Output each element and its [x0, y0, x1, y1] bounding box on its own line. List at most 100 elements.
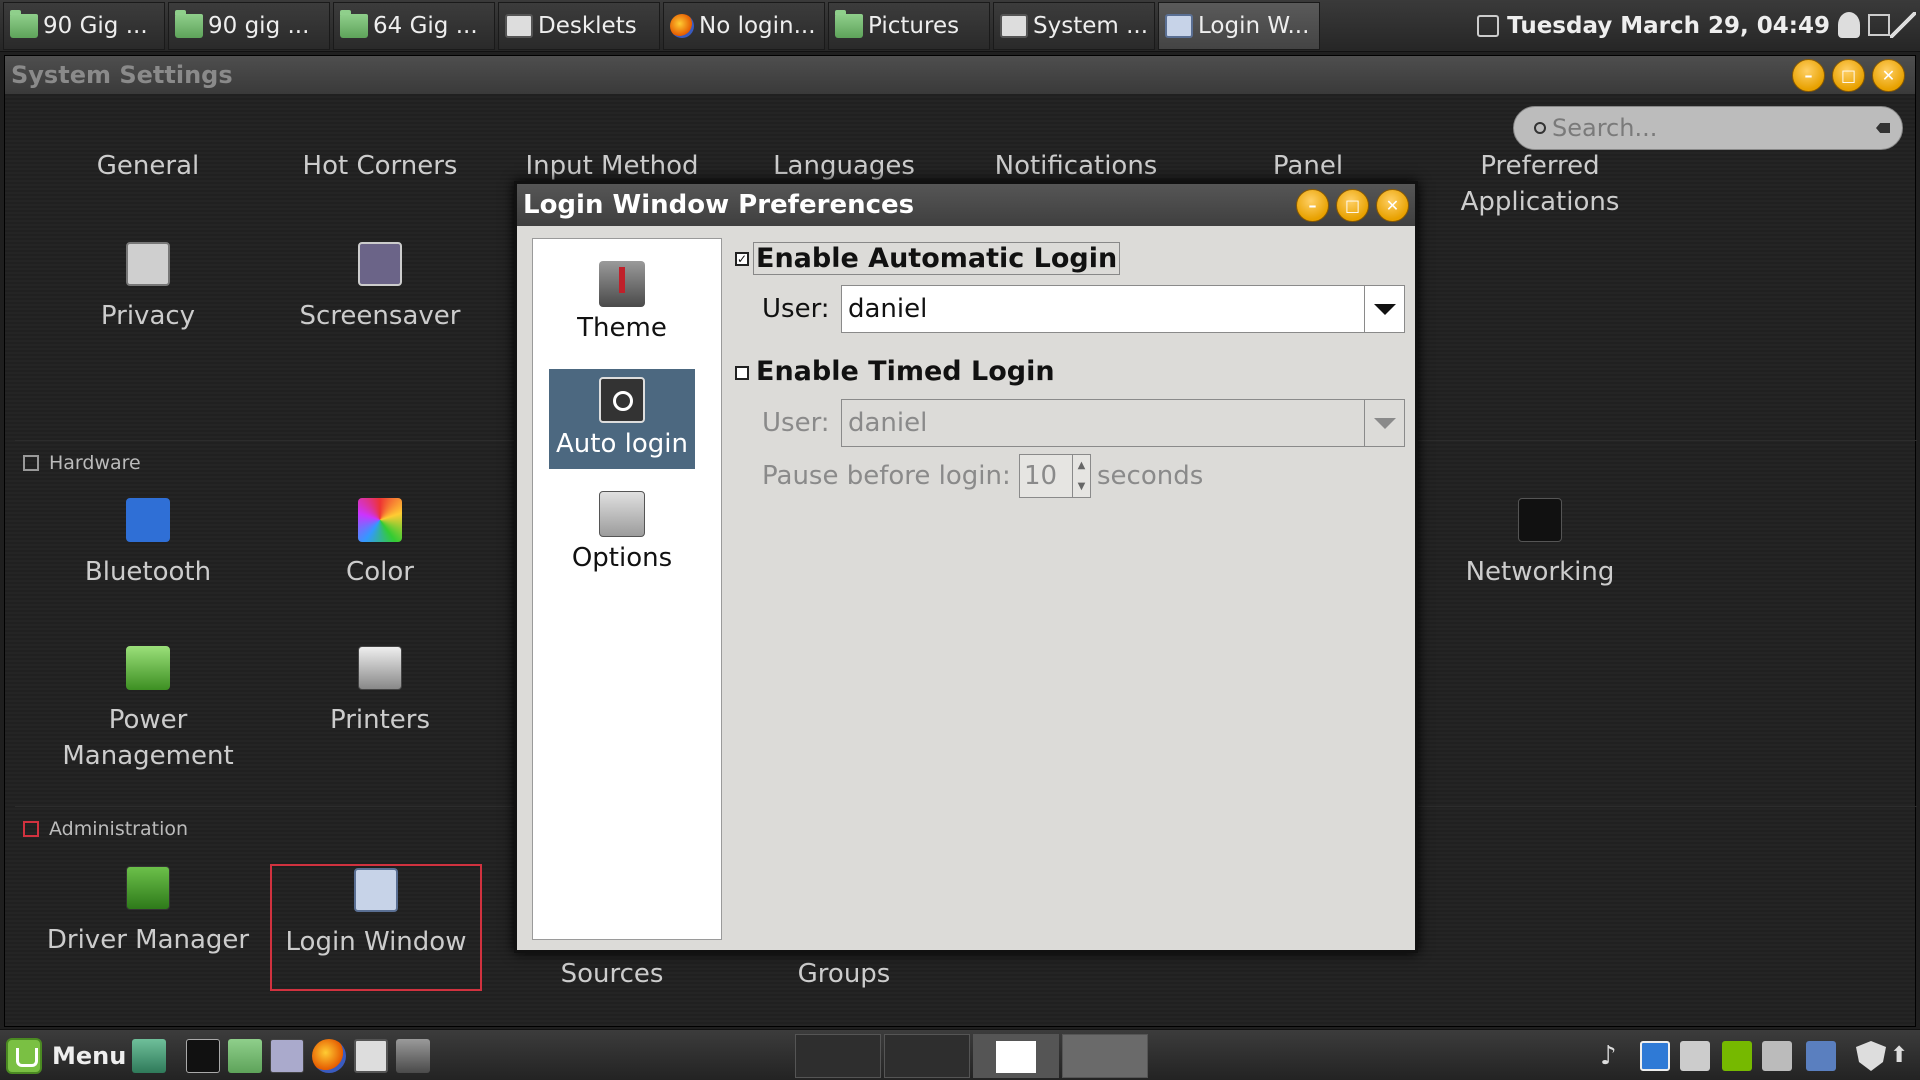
settings-item-printers[interactable]: Printers — [265, 646, 495, 738]
battery-icon — [126, 646, 170, 690]
network-icon[interactable] — [1806, 1041, 1836, 1071]
workspace-3[interactable] — [973, 1034, 1059, 1078]
music-note-icon[interactable]: ♪ — [1600, 1041, 1630, 1071]
settings-titlebar[interactable]: System Settings — [5, 56, 1915, 94]
settings-icon — [1000, 13, 1028, 38]
settings-item-notifications[interactable]: Notifications — [961, 148, 1191, 184]
spin-down-icon[interactable]: ▼ — [1073, 476, 1090, 497]
settings-item-screensaver[interactable]: Screensaver — [265, 242, 495, 334]
pause-seconds-spinner[interactable]: 10 ▲ ▼ — [1019, 454, 1091, 498]
settings-item-panel[interactable]: Panel — [1193, 148, 1423, 184]
settings-icon — [505, 13, 533, 38]
firefox-icon — [670, 13, 694, 38]
dialog-maximize-button[interactable]: □ — [1336, 189, 1369, 222]
show-desktop-icon[interactable] — [132, 1039, 166, 1073]
task-button-pictures[interactable]: Pictures — [828, 1, 990, 50]
pen-icon[interactable] — [1890, 12, 1916, 38]
chevron-down-icon — [1373, 417, 1396, 429]
close-button[interactable]: ✕ — [1872, 59, 1905, 92]
workspace-4[interactable] — [1062, 1034, 1148, 1078]
search-field[interactable] — [1513, 106, 1903, 150]
workspace-2[interactable] — [884, 1034, 970, 1078]
settings-title: System Settings — [11, 61, 233, 89]
shield-icon[interactable] — [1856, 1041, 1886, 1071]
dialog-title: Login Window Preferences — [523, 190, 915, 220]
task-button-90gig-1[interactable]: 90 Gig ... — [3, 1, 165, 50]
tools-icon[interactable] — [1680, 1041, 1710, 1071]
window-list-icon[interactable] — [1868, 14, 1890, 36]
search-input[interactable] — [1552, 114, 1852, 142]
timed-login-label[interactable]: Enable Timed Login — [756, 356, 1055, 387]
user-icon[interactable] — [1838, 12, 1860, 38]
folder-icon — [340, 9, 368, 38]
settings-item-driver-manager[interactable]: Driver Manager — [33, 866, 263, 958]
settings-item-color[interactable]: Color — [265, 498, 495, 590]
calendar-icon — [1477, 15, 1500, 37]
menu-button[interactable]: Menu — [6, 1036, 126, 1076]
dialog-sidebar: Theme Auto login Options — [532, 238, 722, 940]
bluetooth-icon[interactable] — [1640, 1041, 1670, 1071]
theme-icon[interactable] — [396, 1039, 430, 1073]
auto-login-label[interactable]: Enable Automatic Login — [753, 242, 1121, 275]
settings-item-bluetooth[interactable]: Bluetooth — [33, 498, 263, 590]
top-taskbar: 90 Gig ... 90 gig ... 64 Gig ... Desklet… — [0, 0, 1920, 52]
arrow-up-icon[interactable]: ⬆ — [1890, 1041, 1910, 1071]
settings-item-hot-corners[interactable]: Hot Corners — [265, 148, 495, 184]
auto-login-icon — [599, 377, 645, 423]
settings-item-power-management[interactable]: Power Management — [33, 646, 263, 774]
privacy-icon — [126, 242, 170, 286]
firefox-icon[interactable] — [312, 1039, 346, 1073]
clear-icon[interactable] — [1876, 123, 1890, 133]
hardware-section-label: Hardware — [23, 452, 141, 474]
settings-item-languages[interactable]: Languages — [729, 148, 959, 184]
timed-login-user-select[interactable]: daniel — [841, 399, 1405, 447]
settings-item-sources[interactable]: Sources — [497, 956, 727, 992]
folder-icon — [10, 9, 38, 38]
settings-item-login-window[interactable]: Login Window — [270, 864, 482, 991]
dialog-close-button[interactable]: ✕ — [1376, 189, 1409, 222]
screenshot-icon[interactable] — [270, 1039, 304, 1073]
sidebar-item-options[interactable]: Options — [549, 483, 695, 583]
files-icon[interactable] — [228, 1039, 262, 1073]
folder-icon — [175, 9, 203, 38]
sidebar-item-theme[interactable]: Theme — [549, 253, 695, 353]
theme-icon — [599, 261, 645, 307]
settings-item-input-method[interactable]: Input Method — [497, 148, 727, 184]
task-button-system-settings[interactable]: System ... — [993, 1, 1155, 50]
login-window-icon — [1165, 13, 1193, 38]
task-button-login-window[interactable]: Login W... — [1158, 1, 1320, 50]
terminal-icon[interactable] — [186, 1039, 220, 1073]
timed-login-checkbox[interactable] — [735, 366, 749, 380]
login-window-preferences-dialog: Login Window Preferences – □ ✕ Theme Aut… — [514, 181, 1418, 953]
timed-login-user-label: User: — [762, 408, 830, 438]
clock[interactable]: Tuesday March 29, 04:49 — [1477, 0, 1830, 52]
settings-item-networking[interactable]: Networking — [1425, 498, 1655, 590]
maximize-button[interactable]: □ — [1832, 59, 1865, 92]
settings-item-preferred-applications[interactable]: Preferred Applications — [1425, 148, 1655, 220]
settings-icon[interactable] — [354, 1039, 388, 1073]
task-button-64gig[interactable]: 64 Gig ... — [333, 1, 495, 50]
task-button-desklets[interactable]: Desklets — [498, 1, 660, 50]
chevron-down-icon — [1373, 303, 1396, 315]
auto-login-user-select[interactable]: daniel — [841, 285, 1405, 333]
sidebar-item-auto-login[interactable]: Auto login — [549, 369, 695, 469]
camera-icon[interactable] — [1762, 1041, 1792, 1071]
auto-login-user-label: User: — [762, 294, 830, 324]
settings-item-groups[interactable]: Groups — [729, 956, 959, 992]
administration-icon — [23, 821, 39, 837]
task-button-firefox[interactable]: No login... — [663, 1, 825, 50]
minimize-button[interactable]: – — [1792, 59, 1825, 92]
driver-chip-icon — [126, 866, 170, 910]
folder-icon — [835, 9, 863, 38]
spin-up-icon[interactable]: ▲ — [1073, 455, 1090, 476]
seconds-label: seconds — [1097, 461, 1204, 491]
workspace-1[interactable] — [795, 1034, 881, 1078]
settings-item-privacy[interactable]: Privacy — [33, 242, 263, 334]
lock-icon — [358, 242, 402, 286]
dialog-titlebar[interactable]: Login Window Preferences — [517, 184, 1415, 226]
settings-item-general[interactable]: General — [33, 148, 263, 184]
nvidia-icon[interactable] — [1722, 1041, 1752, 1071]
dialog-minimize-button[interactable]: – — [1296, 189, 1329, 222]
auto-login-checkbox[interactable]: ✓ — [735, 252, 749, 266]
task-button-90gig-2[interactable]: 90 gig ... — [168, 1, 330, 50]
